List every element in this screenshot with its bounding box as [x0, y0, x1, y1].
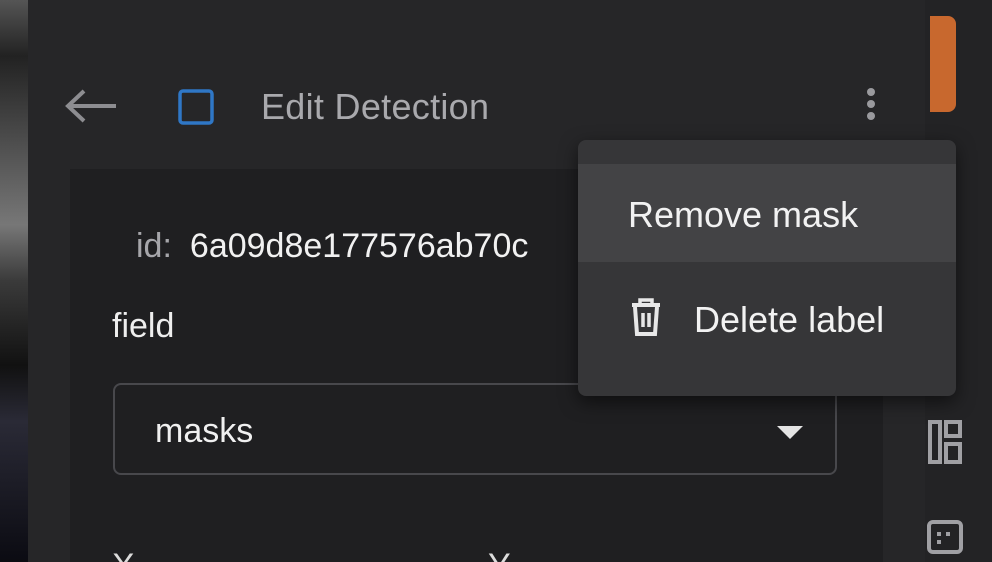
- y-label: Y: [488, 549, 511, 562]
- field-select-value: masks: [155, 412, 254, 450]
- back-arrow-icon[interactable]: [64, 88, 120, 124]
- id-value: 6a09d8e177576ab70c: [189, 227, 529, 265]
- menu-item-remove-mask[interactable]: Remove mask: [578, 164, 956, 262]
- app-screen: Edit Detection id: 6a09d8e177576ab70c fie…: [0, 0, 992, 562]
- field-label: field: [112, 307, 175, 345]
- options-menu: Remove mask Delete label: [578, 140, 956, 396]
- dropdown-arrow-icon: [777, 426, 803, 439]
- panel-header: Edit Detection: [28, 76, 925, 140]
- trash-icon: [632, 298, 660, 336]
- background-video-strip: [0, 0, 28, 562]
- coordinate-labels-row: X Y: [112, 549, 612, 562]
- detection-square-icon: [178, 89, 214, 125]
- orange-action-tab[interactable]: [930, 16, 956, 112]
- id-row: id: 6a09d8e177576ab70c: [136, 227, 528, 266]
- id-label: id:: [136, 227, 172, 265]
- menu-item-label: Delete label: [694, 299, 885, 340]
- menu-item-delete-label[interactable]: Delete label: [578, 271, 956, 369]
- menu-item-label: Remove mask: [628, 194, 859, 235]
- field-select[interactable]: masks: [113, 383, 837, 475]
- keyboard-icon[interactable]: [926, 516, 964, 556]
- page-title: Edit Detection: [261, 86, 490, 127]
- grid-layout-icon[interactable]: [928, 420, 962, 464]
- more-options-icon[interactable]: [858, 86, 884, 126]
- x-label: X: [112, 549, 135, 562]
